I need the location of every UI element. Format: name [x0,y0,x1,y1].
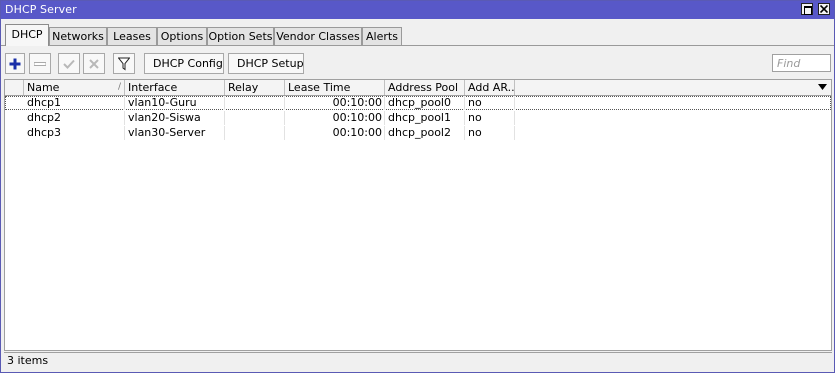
header-marker-column [5,80,24,95]
check-icon [63,59,75,69]
title-bar[interactable]: DHCP Server [1,1,834,19]
status-bar: 3 items [4,352,832,369]
minus-icon [34,61,46,66]
tab-leases[interactable]: Leases [107,27,157,45]
maximize-button[interactable] [801,3,813,15]
cell-address-pool: dhcp_pool2 [385,126,465,140]
column-label: Name [27,81,60,94]
cell-address-pool: dhcp_pool1 [385,111,465,125]
cell-name: dhcp3 [24,126,125,140]
cross-icon [89,58,99,69]
toolbar: DHCP Config DHCP Setup [1,53,834,75]
column-header-interface[interactable]: Interface [125,80,225,95]
cell-interface: vlan30-Server [125,126,225,140]
plus-icon [9,58,21,69]
cell-name: dhcp2 [24,111,125,125]
tab-dhcp[interactable]: DHCP [5,24,49,46]
tab-vendor-classes[interactable]: Vendor Classes [274,27,362,45]
remove-button[interactable] [29,53,51,74]
column-header-add-arp[interactable]: Add AR... [465,80,515,95]
column-header-address-pool[interactable]: Address Pool [385,80,465,95]
cell-relay [225,126,285,140]
dhcp-server-table: Name / Interface Relay Lease Time Addres… [4,79,832,351]
table-row[interactable]: dhcp3 vlan30-Server 00:10:00 dhcp_pool2 … [5,126,831,140]
item-count: 3 items [7,354,49,367]
column-header-lease-time[interactable]: Lease Time [285,80,385,95]
dhcp-setup-button[interactable]: DHCP Setup [228,53,304,74]
cell-interface: vlan20-Siswa [125,111,225,125]
cell-address-pool: dhcp_pool0 [385,96,465,110]
find-input[interactable] [772,54,831,72]
cell-add-arp: no [465,126,515,140]
tab-option-sets[interactable]: Option Sets [207,27,274,45]
cell-add-arp: no [465,96,515,110]
filter-icon [118,57,130,70]
dhcp-server-window: DHCP Server DHCP Networks Leases Options… [0,0,835,373]
cell-add-arp: no [465,111,515,125]
cell-lease-time: 00:10:00 [285,96,385,110]
dhcp-config-button[interactable]: DHCP Config [144,53,224,74]
column-chooser-icon[interactable] [818,84,827,90]
tab-alerts[interactable]: Alerts [362,27,402,45]
column-header-relay[interactable]: Relay [225,80,285,95]
close-button[interactable] [818,3,830,15]
table-row[interactable]: dhcp1 vlan10-Guru 00:10:00 dhcp_pool0 no [5,96,831,110]
cell-relay [225,111,285,125]
table-row[interactable]: dhcp2 vlan20-Siswa 00:10:00 dhcp_pool1 n… [5,111,831,125]
cell-relay [225,96,285,110]
cell-lease-time: 00:10:00 [285,126,385,140]
filter-button[interactable] [113,53,135,74]
enable-button[interactable] [58,53,80,74]
cell-name: dhcp1 [24,96,125,110]
cell-interface: vlan10-Guru [125,96,225,110]
disable-button[interactable] [83,53,105,74]
window-title: DHCP Server [5,3,77,16]
column-header-name[interactable]: Name / [24,80,125,95]
close-icon [820,5,828,13]
tab-options[interactable]: Options [157,27,207,45]
column-header-filler [515,80,831,95]
add-button[interactable] [5,53,25,74]
sort-indicator-icon: / [117,82,121,92]
table-header: Name / Interface Relay Lease Time Addres… [5,80,831,96]
cell-lease-time: 00:10:00 [285,111,385,125]
tab-bar: DHCP Networks Leases Options Option Sets… [1,24,834,46]
tab-networks[interactable]: Networks [49,27,107,45]
